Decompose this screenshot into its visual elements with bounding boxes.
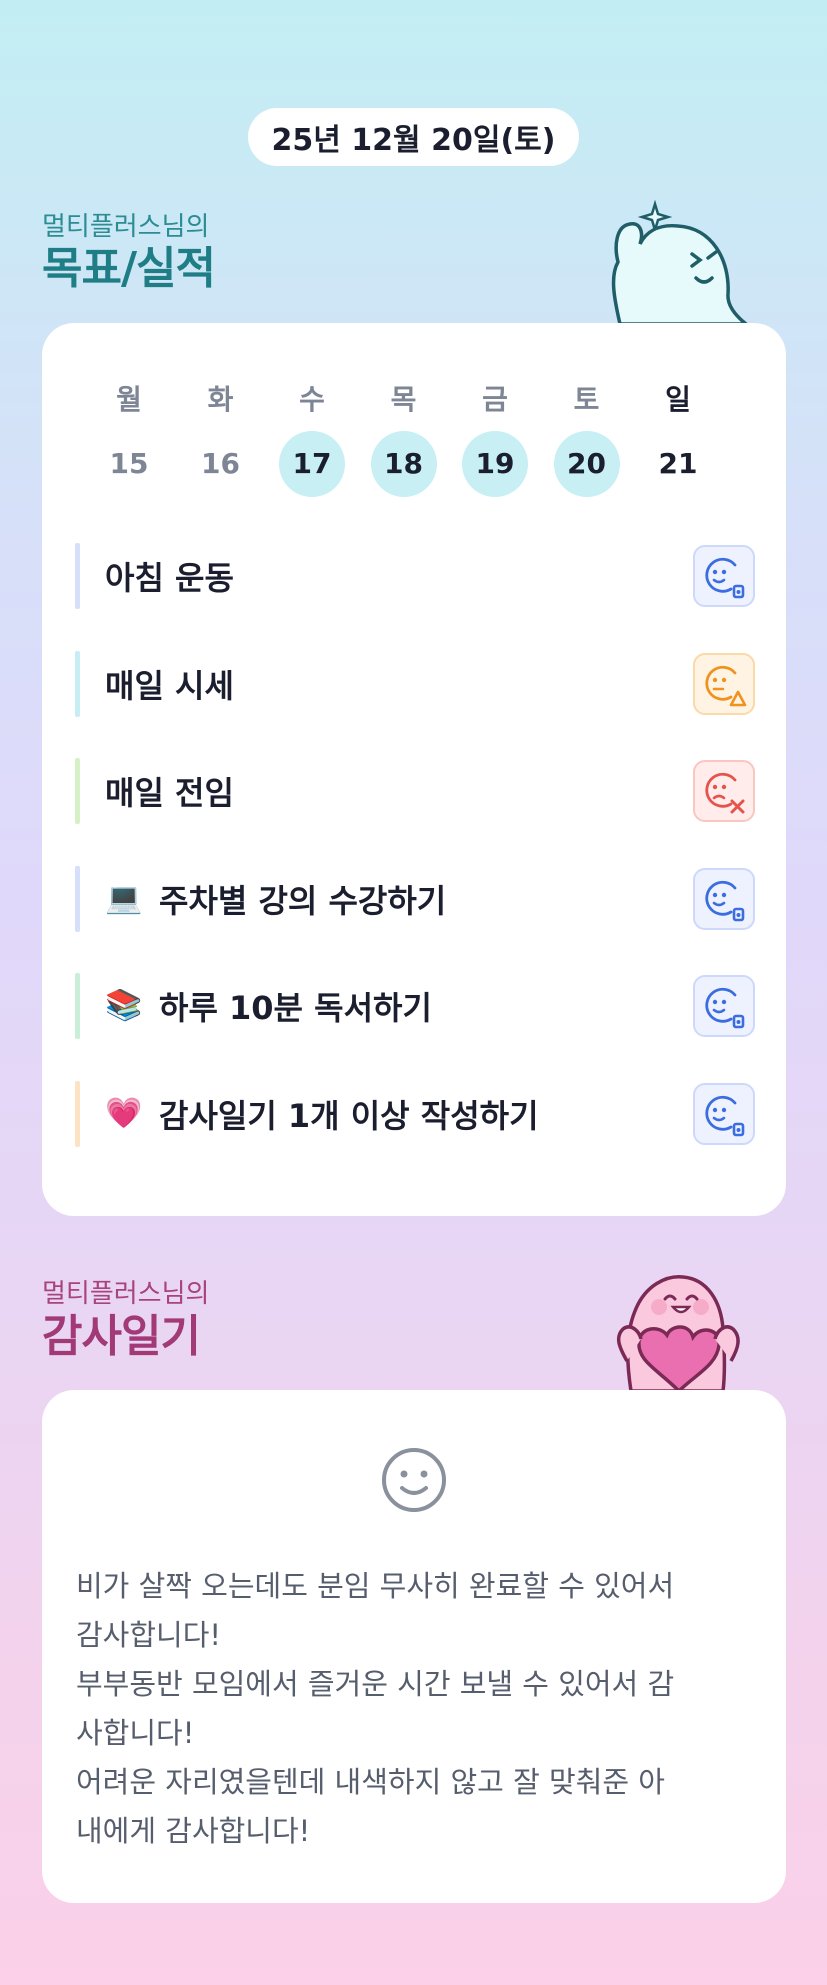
weekday-sat: 토 [573,383,600,416]
goals-card: 월 화 수 목 금 토 일 15 16 17 18 19 20 21 아침 운동… [42,323,786,1216]
status-success-icon[interactable] [693,545,755,607]
goals-section-title: 목표/실적 [42,243,216,294]
status-success-icon[interactable] [693,867,755,930]
weekday-sun: 일 [665,383,691,416]
weekday-wed: 수 [299,383,325,416]
diary-line: 부부동반 모임에서 즐거운 시간 보낼 수 있어서 감 [76,1667,675,1701]
goal-row[interactable]: 📚 하루 10분 독서하기 [75,973,755,1039]
status-warning-icon[interactable] [693,652,755,715]
week-days: 15 16 17 18 19 20 21 [96,431,711,497]
day-17[interactable]: 17 [279,431,345,497]
day-15[interactable]: 15 [96,431,162,497]
diary-line: 어려운 자리였을텐데 내색하지 않고 잘 맞춰준 아 [76,1765,665,1799]
waving-mascot-illustration [611,199,749,324]
status-success-icon[interactable] [693,975,755,1037]
weekday-tue: 화 [207,383,234,416]
goal-label: 감사일기 1개 이상 작성하기 [159,1096,539,1135]
status-success-icon[interactable] [693,1082,755,1145]
day-20[interactable]: 20 [553,431,620,497]
day-21[interactable]: 21 [645,431,711,497]
goal-emoji-icon: 💗 [105,1095,143,1131]
goal-row[interactable]: 아침 운동 [75,543,755,609]
diary-text: 비가 살짝 오는데도 분임 무사히 완료할 수 있어서 감사합니다! 부부동반 … [76,1562,756,1856]
current-date: 25년 12월 20일(토) [271,123,556,158]
goal-row[interactable]: 💗 감사일기 1개 이상 작성하기 [75,1080,755,1147]
goal-label: 매일 시세 [105,666,234,705]
goal-color-bar [75,973,80,1039]
weekday-fri: 금 [482,383,508,416]
goal-row[interactable]: 💻 주차별 강의 수강하기 [75,865,755,932]
goal-color-bar [75,650,80,717]
weekday-thu: 목 [390,383,417,416]
diary-line: 감사합니다! [76,1618,222,1652]
heart-mascot-illustration [616,1275,740,1391]
day-16[interactable]: 16 [188,431,254,497]
goal-emoji-icon: 📚 [105,988,143,1023]
weekday-mon: 월 [116,383,142,416]
goal-color-bar [75,865,80,932]
goal-label: 하루 10분 독서하기 [159,989,432,1027]
goal-label: 아침 운동 [105,559,234,597]
day-19[interactable]: 19 [462,431,528,497]
diary-line: 내에게 감사합니다! [76,1814,311,1848]
weekday-header: 월 화 수 목 금 토 일 [96,378,711,418]
goal-label: 매일 전임 [105,774,234,812]
goal-color-bar [75,1080,80,1147]
date-pill: 25년 12월 20일(토) [248,108,579,166]
goal-color-bar [75,543,80,609]
status-fail-icon[interactable] [693,760,755,822]
goal-row[interactable]: 매일 전임 [75,758,755,824]
day-18[interactable]: 18 [370,431,437,497]
diary-line: 비가 살짝 오는데도 분임 무사히 완료할 수 있어서 [76,1569,675,1603]
gratitude-diary-card: 비가 살짝 오는데도 분임 무사히 완료할 수 있어서 감사합니다! 부부동반 … [42,1390,786,1903]
neutral-smiley-icon [382,1448,446,1512]
goal-color-bar [75,758,80,824]
goal-row[interactable]: 매일 시세 [75,650,755,717]
goal-emoji-icon: 💻 [105,880,143,916]
gratitude-section-title: 감사일기 [42,1311,201,1362]
diary-line: 사합니다! [76,1716,195,1750]
goal-label: 주차별 강의 수강하기 [159,881,447,920]
